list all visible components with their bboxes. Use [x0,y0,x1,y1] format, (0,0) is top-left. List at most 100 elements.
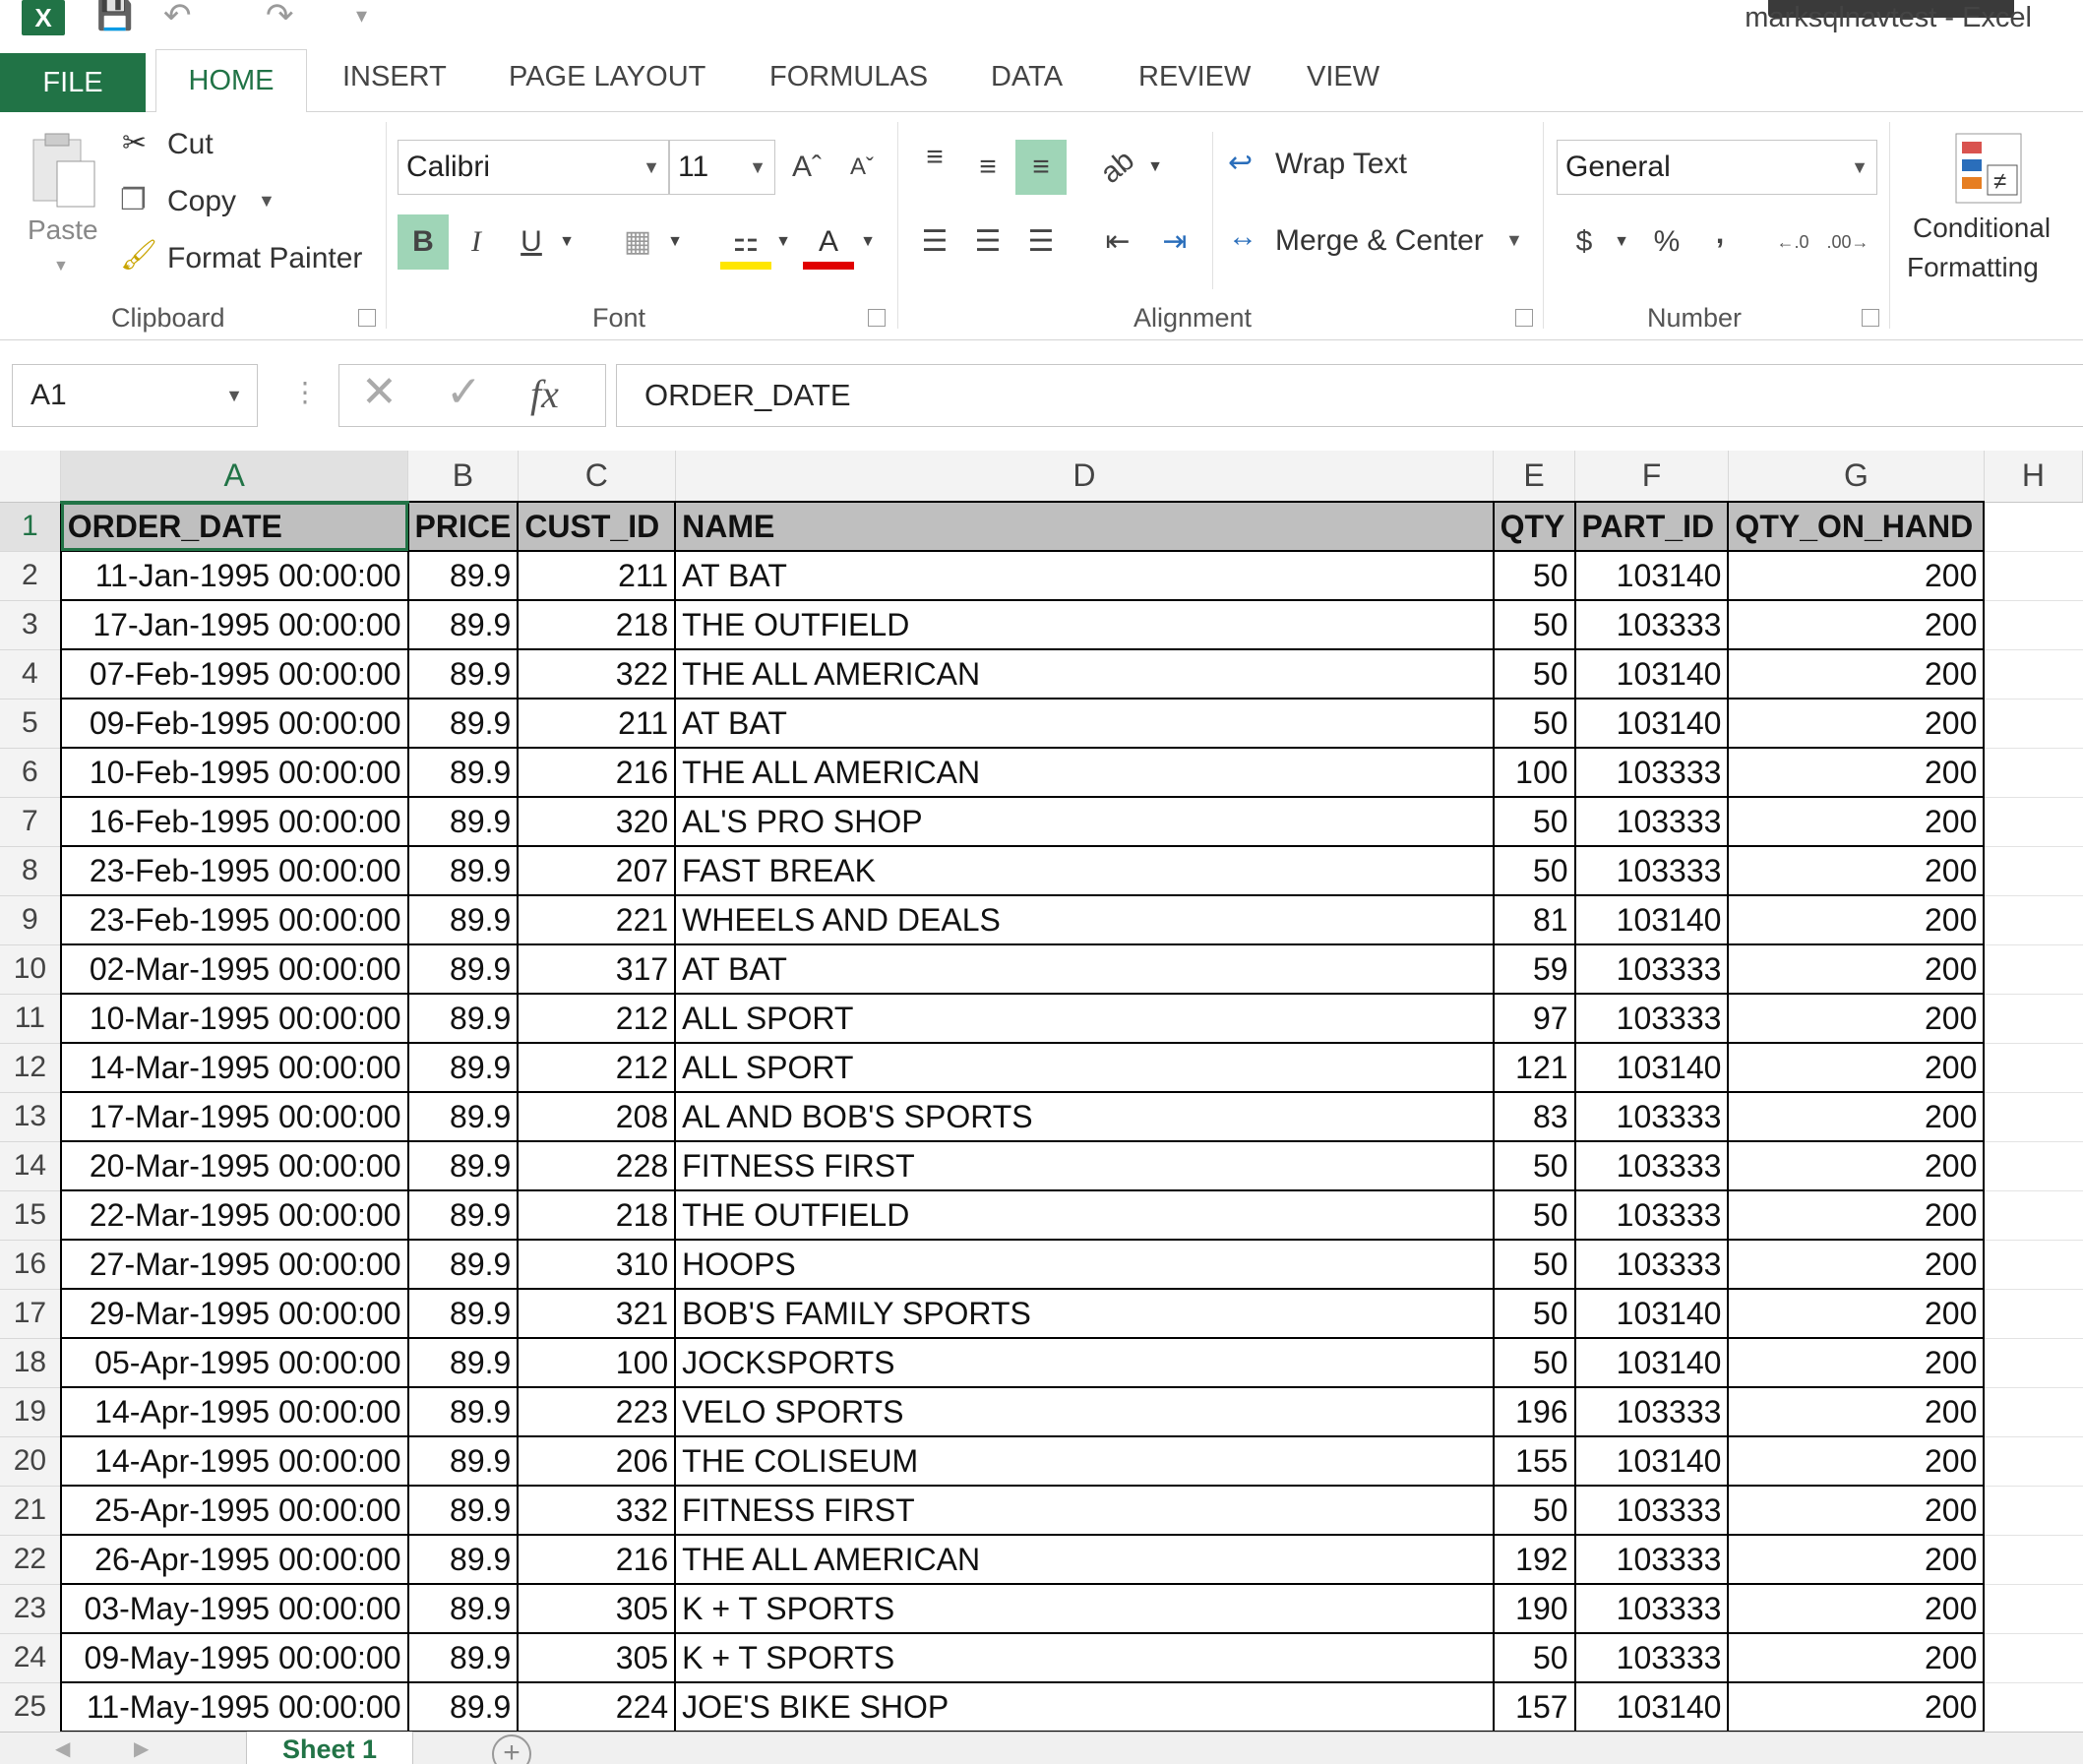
cell-d13[interactable]: AL AND BOB'S SPORTS [674,1091,1495,1142]
cell-c3[interactable]: 218 [517,599,677,650]
cell-c20[interactable]: 206 [517,1435,677,1487]
cell-b17[interactable]: 89.9 [406,1288,520,1339]
cell-e22[interactable]: 192 [1492,1534,1576,1585]
cell-a21[interactable]: 25-Apr-1995 00:00:00 [59,1485,409,1536]
cell-e9[interactable]: 81 [1492,894,1576,945]
cell-c9[interactable]: 221 [517,894,677,945]
cell-a25[interactable]: 11-May-1995 00:00:00 [59,1681,409,1732]
cell-g9[interactable]: 200 [1727,894,1986,945]
cell-g8[interactable]: 200 [1727,845,1986,896]
cell-h17[interactable] [1984,1289,2083,1339]
cell-d2[interactable]: AT BAT [674,550,1495,601]
tab-page-layout[interactable]: PAGE LAYOUT [509,61,705,93]
row-header[interactable]: 9 [0,895,62,945]
column-header-g[interactable]: G [1728,451,1985,503]
cell-e7[interactable]: 50 [1492,796,1576,847]
cell-d21[interactable]: FITNESS FIRST [674,1485,1495,1536]
merge-dropdown-icon[interactable]: ▼ [1505,230,1523,251]
row-header[interactable]: 11 [0,994,62,1044]
cell-h14[interactable] [1984,1141,2083,1191]
cell-g18[interactable]: 200 [1727,1337,1986,1388]
cell-f2[interactable]: 103140 [1573,550,1730,601]
align-left-icon[interactable]: ☰ [909,214,960,270]
cell-f13[interactable]: 103333 [1573,1091,1730,1142]
cell-b8[interactable]: 89.9 [406,845,520,896]
cell-g17[interactable]: 200 [1727,1288,1986,1339]
cell-a9[interactable]: 23-Feb-1995 00:00:00 [59,894,409,945]
cell-f7[interactable]: 103333 [1573,796,1730,847]
cell-h18[interactable] [1984,1338,2083,1388]
cell-g6[interactable]: 200 [1727,747,1986,798]
cell-b14[interactable]: 89.9 [406,1140,520,1191]
fill-color-icon[interactable]: ⚏ [720,214,771,270]
tab-review[interactable]: REVIEW [1138,61,1251,93]
italic-button[interactable]: I [451,214,502,270]
cell-a19[interactable]: 14-Apr-1995 00:00:00 [59,1386,409,1437]
row-header[interactable]: 4 [0,649,62,700]
cell-a2[interactable]: 11-Jan-1995 00:00:00 [59,550,409,601]
row-header[interactable]: 8 [0,846,62,896]
row-header[interactable]: 5 [0,699,62,749]
cell-f4[interactable]: 103140 [1573,648,1730,700]
cell-e14[interactable]: 50 [1492,1140,1576,1191]
cell-d3[interactable]: THE OUTFIELD [674,599,1495,650]
cell-d14[interactable]: FITNESS FIRST [674,1140,1495,1191]
row-header[interactable]: 25 [0,1682,62,1732]
cell-f17[interactable]: 103140 [1573,1288,1730,1339]
cell-g25[interactable]: 200 [1727,1681,1986,1732]
cell-h24[interactable] [1984,1633,2083,1683]
cell-g7[interactable]: 200 [1727,796,1986,847]
cell-c15[interactable]: 218 [517,1189,677,1241]
tab-data[interactable]: DATA [991,61,1063,93]
cell-f21[interactable]: 103333 [1573,1485,1730,1536]
cell-a7[interactable]: 16-Feb-1995 00:00:00 [59,796,409,847]
cell-h21[interactable] [1984,1486,2083,1536]
cell-h22[interactable] [1984,1535,2083,1585]
cell-b10[interactable]: 89.9 [406,943,520,995]
cell-g11[interactable]: 200 [1727,993,1986,1044]
cell-g19[interactable]: 200 [1727,1386,1986,1437]
cell-d12[interactable]: ALL SPORT [674,1042,1495,1093]
cell-e6[interactable]: 100 [1492,747,1576,798]
row-header[interactable]: 15 [0,1190,62,1241]
tab-insert[interactable]: INSERT [342,61,447,93]
insert-function-button[interactable]: fx [530,371,559,417]
merge-center-button[interactable]: Merge & Center [1275,224,1484,258]
cell-a11[interactable]: 10-Mar-1995 00:00:00 [59,993,409,1044]
cell-g13[interactable]: 200 [1727,1091,1986,1142]
cell-f11[interactable]: 103333 [1573,993,1730,1044]
cell-g15[interactable]: 200 [1727,1189,1986,1241]
chevron-down-icon[interactable]: ▼ [225,365,243,426]
increase-font-size-icon[interactable]: Aˆ [781,140,832,195]
cell-a23[interactable]: 03-May-1995 00:00:00 [59,1583,409,1634]
cell-g1[interactable]: QTY_ON_HAND [1727,501,1986,552]
cell-c8[interactable]: 207 [517,845,677,896]
cell-c24[interactable]: 305 [517,1632,677,1683]
cell-f20[interactable]: 103140 [1573,1435,1730,1487]
decrease-decimal-icon[interactable]: .00→ [1822,214,1873,270]
cell-h3[interactable] [1984,600,2083,650]
row-header[interactable]: 7 [0,797,62,847]
cell-d9[interactable]: WHEELS AND DEALS [674,894,1495,945]
align-right-icon[interactable]: ☰ [1015,214,1067,270]
font-color-icon[interactable]: A [803,214,854,270]
middle-align-icon[interactable]: ≡ [962,140,1013,195]
cell-c16[interactable]: 310 [517,1239,677,1290]
cell-d20[interactable]: THE COLISEUM [674,1435,1495,1487]
cell-f14[interactable]: 103333 [1573,1140,1730,1191]
row-header[interactable]: 1 [0,502,62,552]
row-header[interactable]: 13 [0,1092,62,1142]
cell-e10[interactable]: 59 [1492,943,1576,995]
tab-file[interactable]: FILE [0,53,146,112]
cell-a18[interactable]: 05-Apr-1995 00:00:00 [59,1337,409,1388]
scroll-right-icon[interactable]: ▶ [134,1736,149,1761]
cell-d22[interactable]: THE ALL AMERICAN [674,1534,1495,1585]
font-family-select[interactable]: Calibri ▼ [398,140,669,195]
orientation-dropdown-icon[interactable]: ▼ [1139,140,1171,195]
conditional-formatting-button[interactable]: Conditional [1913,213,2051,244]
cell-b2[interactable]: 89.9 [406,550,520,601]
increase-indent-icon[interactable]: ⇥ [1149,214,1200,270]
cell-f6[interactable]: 103333 [1573,747,1730,798]
cell-g24[interactable]: 200 [1727,1632,1986,1683]
save-icon[interactable]: 💾 [96,0,133,35]
